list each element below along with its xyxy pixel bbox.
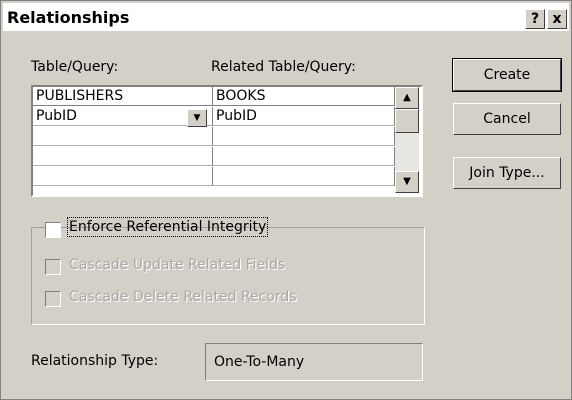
scroll-down-icon[interactable]: ▼ <box>395 171 419 193</box>
cascade-update-label: Cascade Update Related Fields <box>69 257 286 273</box>
grid-scrollbar[interactable]: ▲ ▼ <box>395 87 419 193</box>
relationships-dialog: Relationships ? x Table/Query: Related T… <box>0 0 572 400</box>
help-button[interactable]: ? <box>525 9 545 29</box>
left-table-name: PUBLISHERS <box>33 87 213 106</box>
grid-row-empty[interactable] <box>33 127 213 146</box>
create-button[interactable]: Create <box>452 58 562 92</box>
grid-row-empty[interactable] <box>33 147 213 166</box>
close-button[interactable]: x <box>547 9 567 29</box>
enforce-integrity-label[interactable]: Enforce Referential Integrity <box>66 217 269 237</box>
integrity-options-group <box>31 227 425 325</box>
grid-row-empty[interactable] <box>213 167 395 186</box>
scroll-up-icon[interactable]: ▲ <box>395 87 419 109</box>
grid-row-empty[interactable] <box>213 127 395 146</box>
window-title: Relationships <box>7 8 130 27</box>
table-query-label: Table/Query: <box>31 59 119 75</box>
related-table-query-label: Related Table/Query: <box>211 59 356 75</box>
right-table-name: BOOKS <box>213 87 395 106</box>
cascade-delete-label: Cascade Delete Related Records <box>69 289 297 305</box>
enforce-integrity-checkbox[interactable] <box>45 222 61 238</box>
relationship-type-value: One-To-Many <box>205 343 423 381</box>
cascade-delete-checkbox <box>45 291 61 307</box>
grid-row-empty[interactable] <box>213 147 395 166</box>
title-bar: Relationships ? x <box>3 3 569 31</box>
right-field-cell[interactable]: PubID <box>213 107 395 126</box>
field-dropdown-arrow-icon[interactable]: ▼ <box>187 109 207 127</box>
cascade-update-checkbox <box>45 259 61 275</box>
scroll-thumb[interactable] <box>395 109 419 133</box>
cancel-button[interactable]: Cancel <box>453 103 561 135</box>
grid-row-empty[interactable] <box>33 167 213 186</box>
relationship-grid[interactable]: PUBLISHERS BOOKS PubID ▼ PubID ▲ ▼ <box>31 85 423 197</box>
left-field-cell[interactable]: PubID <box>33 107 213 126</box>
relationship-type-label: Relationship Type: <box>31 353 159 369</box>
join-type-button[interactable]: Join Type... <box>453 157 561 189</box>
